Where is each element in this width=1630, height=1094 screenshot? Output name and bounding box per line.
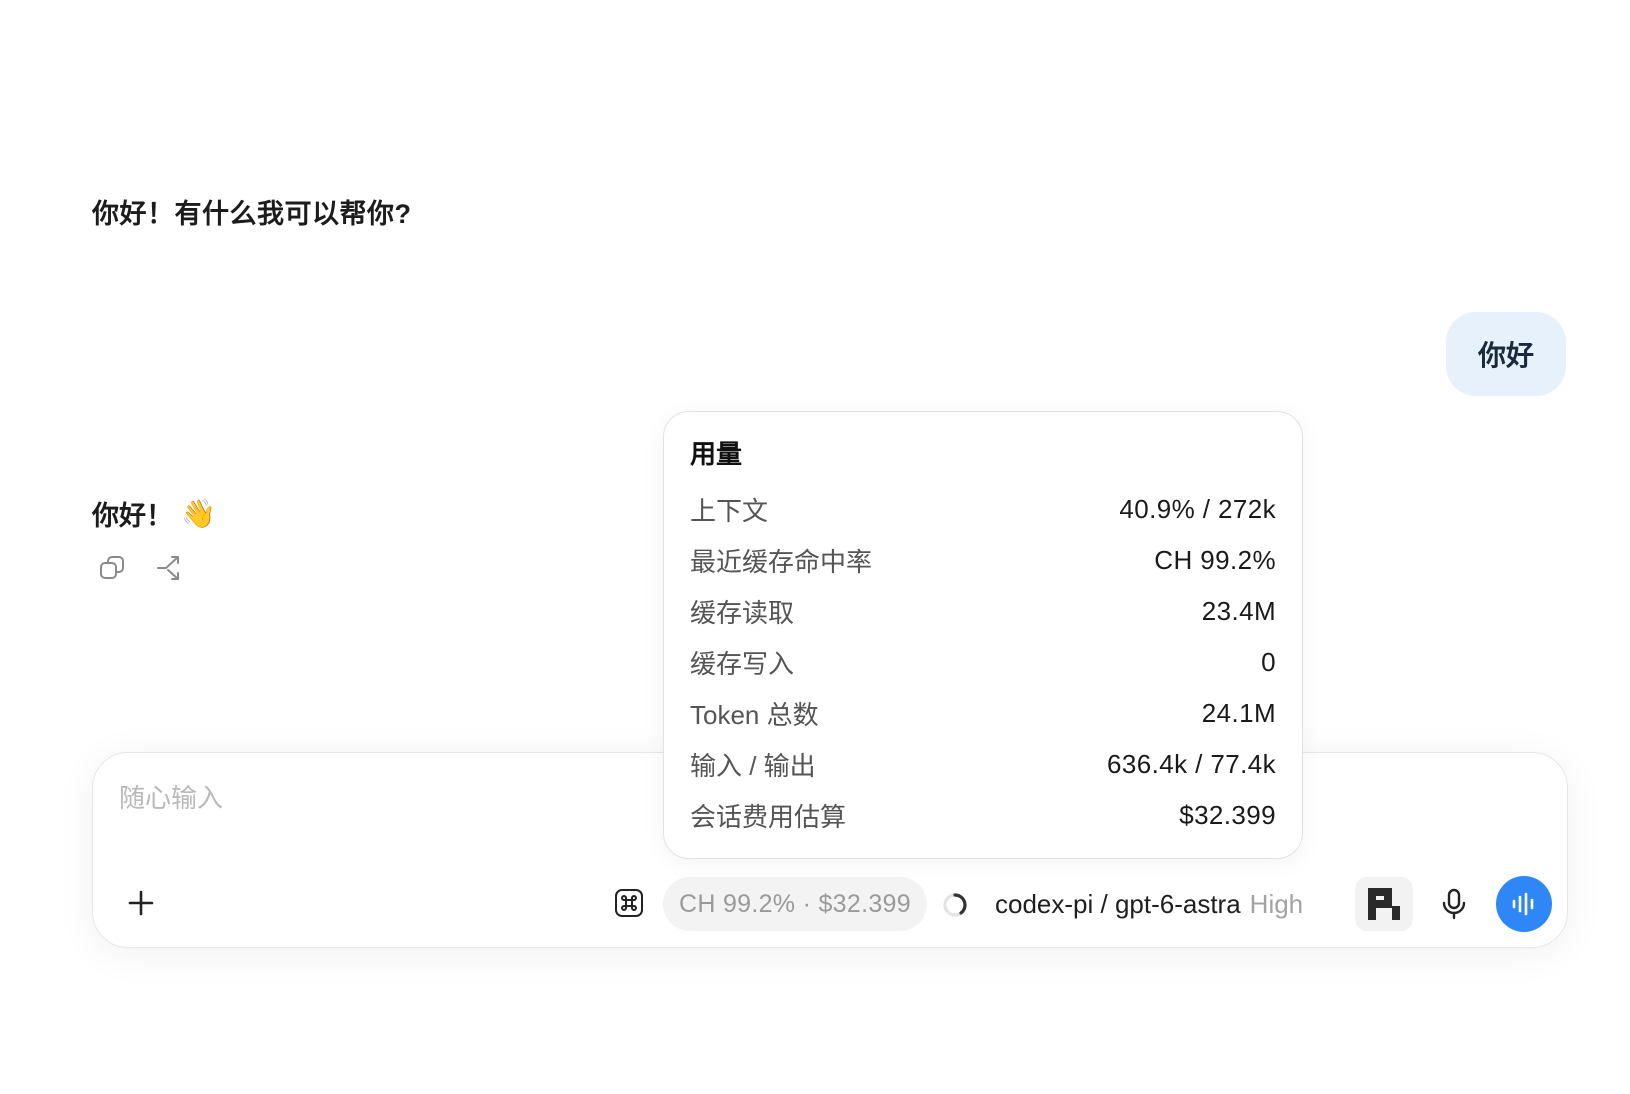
usage-label: 输入 / 输出	[690, 751, 816, 781]
usage-value: $32.399	[1179, 800, 1276, 830]
usage-label: 缓存读取	[690, 598, 795, 628]
assistant-message-greeting: 你好！有什么我可以帮你?	[92, 199, 412, 229]
microphone-button[interactable]	[1433, 883, 1475, 925]
chat-page: 你好！有什么我可以帮你? 你好 你好！ 👋 随心输入 CH 99.2% · $3…	[0, 0, 1630, 1094]
user-message-text: 你好	[1477, 340, 1534, 371]
usage-label: 上下文	[690, 496, 769, 526]
usage-summary-chip[interactable]: CH 99.2% · $32.399	[663, 877, 927, 931]
usage-row-context: 上下文 40.9% / 272k	[690, 484, 1276, 535]
assistant-reply-text: 你好！	[92, 501, 173, 531]
user-message-bubble: 你好	[1445, 312, 1566, 396]
message-actions	[96, 552, 186, 584]
command-key-icon	[615, 889, 643, 917]
usage-row-cache-write: 缓存写入 0	[690, 637, 1276, 688]
message-input[interactable]	[117, 775, 681, 821]
model-selector[interactable]: codex-pi / gpt-6-astra High	[995, 879, 1303, 929]
usage-row-cache-hit-rate: 最近缓存命中率 CH 99.2%	[690, 535, 1276, 586]
loading-spinner-icon	[943, 893, 967, 917]
model-name: codex-pi / gpt-6-astra	[995, 888, 1241, 919]
usage-row-token-total: Token 总数 24.1M	[690, 688, 1276, 739]
assistant-message-reply: 你好！ 👋	[92, 494, 216, 533]
usage-value: 23.4M	[1201, 596, 1276, 626]
voice-mode-button[interactable]	[1496, 876, 1552, 932]
app-logo-button[interactable]	[1355, 877, 1413, 931]
usage-value: 40.9% / 272k	[1119, 494, 1276, 524]
model-effort-level: High	[1249, 888, 1304, 919]
usage-label: 会话费用估算	[690, 802, 847, 832]
copy-icon	[100, 556, 124, 579]
usage-value: CH 99.2%	[1154, 545, 1276, 575]
command-button[interactable]	[609, 883, 649, 923]
usage-value: 0	[1261, 647, 1276, 677]
usage-row-cache-read: 缓存读取 23.4M	[690, 586, 1276, 637]
audio-waveform-icon	[1512, 892, 1534, 916]
popover-title: 用量	[690, 439, 743, 469]
microphone-icon	[1442, 888, 1466, 920]
copy-button[interactable]	[96, 552, 128, 584]
usage-row-session-cost: 会话费用估算 $32.399	[690, 790, 1276, 841]
usage-label: Token 总数	[690, 700, 819, 730]
usage-value: 636.4k / 77.4k	[1107, 749, 1276, 779]
waving-hand-icon: 👋	[181, 497, 216, 530]
usage-label: 最近缓存命中率	[690, 547, 873, 577]
fork-button[interactable]	[154, 552, 186, 584]
add-attachment-button[interactable]	[121, 883, 161, 923]
usage-row-input-output: 输入 / 输出 636.4k / 77.4k	[690, 739, 1276, 790]
usage-value: 24.1M	[1201, 698, 1276, 728]
usage-label: 缓存写入	[690, 649, 795, 679]
pixel-logo-icon	[1368, 888, 1400, 920]
usage-popover: 用量 上下文 40.9% / 272k 最近缓存命中率 CH 99.2% 缓存读…	[663, 411, 1303, 859]
plus-icon	[128, 890, 154, 916]
fork-icon	[157, 556, 179, 580]
